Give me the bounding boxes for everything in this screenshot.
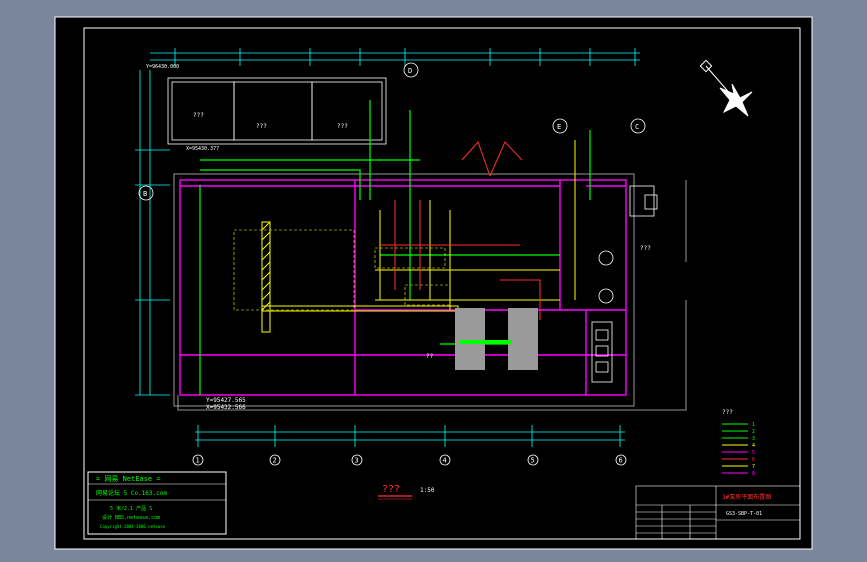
axis-letter-c: C: [635, 123, 639, 131]
legend-code-8: 8: [752, 471, 755, 477]
grid-label-4: 4: [443, 457, 447, 465]
logo-line-1: = 网易 NetEase =: [96, 475, 161, 483]
title-block-project: 3#泵房平面布置图: [722, 493, 771, 501]
legend-code-1: 1: [752, 422, 755, 428]
grid-label-2: 2: [273, 457, 277, 465]
legend-code-7: 7: [752, 464, 755, 470]
legend-code-4: 4: [752, 443, 755, 449]
scale-ratio: 1:50: [420, 487, 435, 494]
title-block-drawing-no: GS3-SBP-T-01: [726, 511, 762, 517]
elev-label-2: X=95432.566: [206, 404, 246, 411]
elev-label-1: Y=95427.565: [206, 397, 246, 404]
tank-label-1: ???: [193, 112, 204, 119]
tank-label-2: ???: [256, 123, 267, 130]
grid-label-1: 1: [196, 457, 200, 465]
legend-code-5: 5: [752, 450, 755, 456]
legend-code-6: 6: [752, 457, 755, 463]
legend-title: ???: [722, 409, 733, 416]
logo-line-5: Copyright 2004-2006 netease: [100, 524, 166, 529]
axis-letter-b: B: [143, 190, 147, 198]
equipment-label: ??: [426, 353, 434, 360]
legend-code-3: 3: [752, 436, 755, 442]
legend-code-2: 2: [752, 429, 755, 435]
logo-line-4: 设计 BBS.netease.com: [102, 514, 160, 521]
tank-label-3: ???: [337, 123, 348, 130]
axis-letter-d: D: [408, 67, 412, 75]
elev-label-4: Y=96430.000: [146, 64, 179, 70]
logo-box: = 网易 NetEase = 网易论坛 5 Co.163.com 5 米/2.1…: [87, 471, 227, 535]
cad-drawing-canvas: Y=95427.565 X=95432.566 X=95430.377 Y=96…: [54, 16, 813, 550]
elev-label-3: X=95430.377: [186, 146, 219, 152]
grid-label-3: 3: [355, 457, 359, 465]
room-label: ???: [640, 245, 651, 252]
axis-letter-e: E: [557, 123, 561, 131]
scale-label: ???: [382, 484, 400, 495]
logo-line-2: 网易论坛 5 Co.163.com: [96, 489, 167, 497]
grid-label-5: 5: [531, 457, 535, 465]
grid-label-6: 6: [619, 457, 623, 465]
logo-line-3: 5 米/2.1 产品 S: [110, 505, 152, 512]
drawing-sheet: [55, 17, 812, 549]
